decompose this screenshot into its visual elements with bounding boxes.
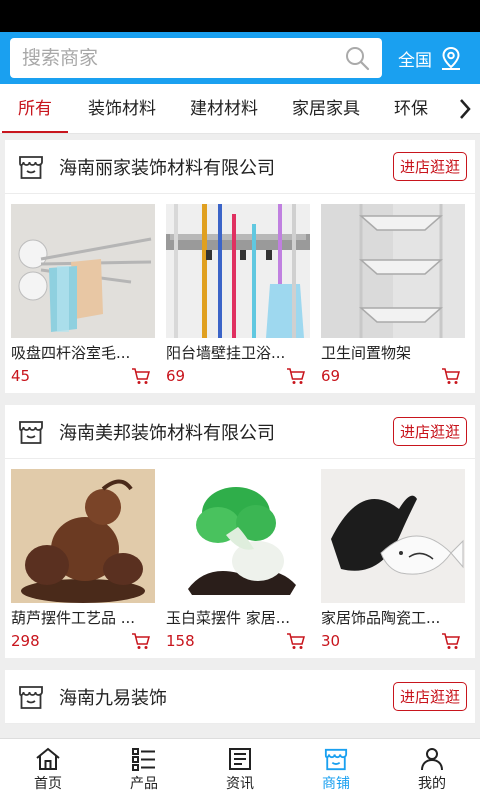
product-price: 45 (11, 367, 31, 385)
add-to-cart-icon[interactable] (131, 367, 151, 385)
add-to-cart-icon[interactable] (441, 632, 461, 650)
product-price: 69 (166, 367, 186, 385)
product-price: 298 (11, 632, 40, 650)
add-to-cart-icon[interactable] (286, 367, 306, 385)
store-icon (19, 685, 43, 709)
nav-products[interactable]: 产品 (96, 739, 192, 800)
store-icon (19, 420, 43, 444)
tab-eco[interactable]: 环保 (394, 84, 428, 133)
add-to-cart-icon[interactable] (441, 367, 461, 385)
shop-list: 海南丽家装饰材料有限公司 进店逛逛 吸盘四杆浴室毛... 45 阳台墙壁挂卫浴.… (0, 134, 480, 738)
product-image-corner-shelf[interactable] (321, 204, 465, 338)
shop-name: 海南丽家装饰材料有限公司 (59, 157, 275, 179)
shop-header[interactable]: 海南丽家装饰材料有限公司 进店逛逛 (5, 140, 475, 194)
tabs-scroll-right-button[interactable] (450, 84, 480, 133)
product-image-mop-holder[interactable] (166, 204, 310, 338)
status-bar (0, 0, 480, 32)
visit-shop-button[interactable]: 进店逛逛 (392, 682, 467, 711)
nav-mine-label: 我的 (418, 775, 446, 792)
nav-products-label: 产品 (130, 775, 158, 792)
product-name: 家居饰品陶瓷工... (321, 609, 441, 627)
product-name: 吸盘四杆浴室毛... (11, 344, 131, 362)
product-card[interactable]: 卫生间置物架 69 (321, 204, 465, 385)
tab-home-furniture[interactable]: 家居家具 (292, 84, 360, 133)
tab-building-materials[interactable]: 建材材料 (190, 84, 258, 133)
product-image-jade-cabbage[interactable] (166, 469, 310, 603)
product-name: 卫生间置物架 (321, 344, 412, 362)
nav-home-label: 首页 (34, 775, 62, 792)
user-icon (421, 747, 443, 770)
visit-shop-button[interactable]: 进店逛逛 (392, 417, 467, 446)
product-card[interactable]: 玉白菜摆件 家居... 158 (166, 469, 310, 650)
home-icon (36, 747, 60, 770)
nav-news-label: 资讯 (226, 775, 254, 792)
region-label: 全国 (398, 50, 432, 71)
product-price: 30 (321, 632, 341, 650)
product-image-towel-rack[interactable] (11, 204, 155, 338)
location-pin-icon (442, 46, 460, 70)
tab-all[interactable]: 所有 (2, 84, 68, 133)
product-image-ceramic-fish[interactable] (321, 469, 465, 603)
shop-header[interactable]: 海南九易装饰 进店逛逛 (5, 670, 475, 724)
nav-news[interactable]: 资讯 (192, 739, 288, 800)
add-to-cart-icon[interactable] (286, 632, 306, 650)
shop-card: 海南丽家装饰材料有限公司 进店逛逛 吸盘四杆浴室毛... 45 阳台墙壁挂卫浴.… (5, 140, 475, 393)
list-icon (132, 747, 155, 771)
shop-card: 海南美邦装饰材料有限公司 进店逛逛 葫芦摆件工艺品 ... 298 玉白菜摆件 … (5, 405, 475, 658)
search-input[interactable] (22, 47, 344, 69)
product-card[interactable]: 家居饰品陶瓷工... 30 (321, 469, 465, 650)
shop-header[interactable]: 海南美邦装饰材料有限公司 进店逛逛 (5, 405, 475, 459)
header-bar: 全国 (0, 32, 480, 84)
product-card[interactable]: 葫芦摆件工艺品 ... 298 (11, 469, 155, 650)
shop-icon (324, 748, 348, 770)
search-box[interactable] (10, 38, 382, 78)
tab-decoration-materials[interactable]: 装饰材料 (88, 84, 156, 133)
add-to-cart-icon[interactable] (131, 632, 151, 650)
shop-name: 海南美邦装饰材料有限公司 (59, 422, 275, 444)
product-card[interactable]: 吸盘四杆浴室毛... 45 (11, 204, 155, 385)
nav-shops[interactable]: 商铺 (288, 739, 384, 800)
nav-shops-label: 商铺 (322, 775, 350, 792)
nav-home[interactable]: 首页 (0, 739, 96, 800)
shop-card: 海南九易装饰 进店逛逛 (5, 670, 475, 724)
store-icon (19, 155, 43, 179)
product-name: 葫芦摆件工艺品 ... (11, 609, 136, 627)
product-name: 阳台墙壁挂卫浴... (166, 344, 286, 362)
chevron-right-icon (460, 99, 471, 119)
visit-shop-button[interactable]: 进店逛逛 (392, 152, 467, 181)
product-price: 158 (166, 632, 195, 650)
product-name: 玉白菜摆件 家居... (166, 609, 291, 627)
product-image-gourd-ornament[interactable] (11, 469, 155, 603)
bottom-nav: 首页 产品 资讯 商铺 我的 (0, 738, 480, 800)
product-price: 69 (321, 367, 341, 385)
category-tabs: 所有 装饰材料 建材材料 家居家具 环保 (0, 84, 480, 134)
news-icon (229, 747, 251, 770)
search-icon[interactable] (344, 45, 370, 71)
region-selector[interactable]: 全国 (398, 45, 464, 71)
nav-mine[interactable]: 我的 (384, 739, 480, 800)
shop-name: 海南九易装饰 (59, 687, 167, 709)
product-card[interactable]: 阳台墙壁挂卫浴... 69 (166, 204, 310, 385)
